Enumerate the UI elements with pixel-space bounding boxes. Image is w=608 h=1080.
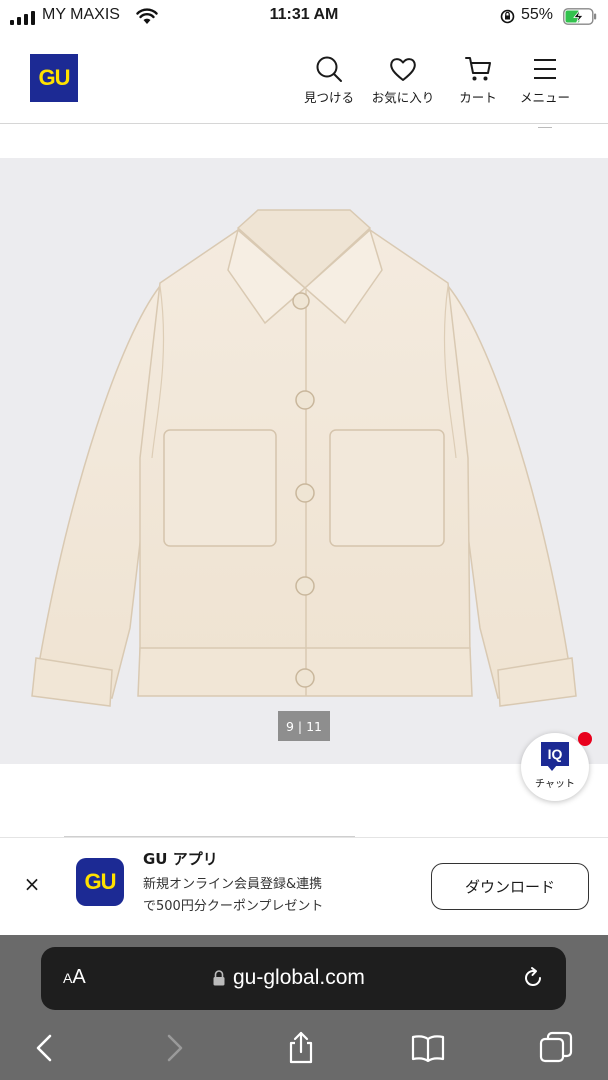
battery-charging-icon <box>563 8 597 25</box>
address-bar[interactable]: AA gu-global.com <box>41 947 566 1010</box>
nav-favorites-label: お気に入り <box>371 90 435 105</box>
divider-mark <box>538 124 552 128</box>
reload-icon[interactable] <box>521 966 545 990</box>
share-icon[interactable] <box>283 1030 319 1066</box>
aa-small: A <box>63 970 73 986</box>
nav-cart-button[interactable]: カート <box>440 54 516 106</box>
search-icon <box>316 56 342 82</box>
nav-search-label: 見つける <box>303 90 354 105</box>
app-install-banner: × GU GU アプリ 新規オンライン会員登録&連携 で500円分クーポンプレゼ… <box>0 837 608 935</box>
nav-favorites-button[interactable]: お気に入り <box>365 54 441 106</box>
gu-logo[interactable]: GU <box>30 54 78 102</box>
url-text: gu-global.com <box>233 966 365 989</box>
clock: 11:31 AM <box>269 6 339 23</box>
reader-text-size-button[interactable]: AA <box>63 966 86 989</box>
cart-icon <box>465 57 491 81</box>
jacket-product-image <box>31 209 577 707</box>
app-description-line-2: で500円分クーポンプレゼント <box>143 899 324 914</box>
app-description-line-1: 新規オンライン会員登録&連携 <box>143 877 323 892</box>
forward-icon[interactable] <box>157 1030 193 1066</box>
close-banner-button[interactable]: × <box>22 874 42 894</box>
tabs-icon[interactable] <box>538 1030 574 1066</box>
site-header: GU 見つける お気に入り カート メニュー <box>0 34 608 124</box>
nav-cart-label: カート <box>459 90 497 105</box>
bookmarks-icon[interactable] <box>410 1030 446 1066</box>
chat-button[interactable]: IQ チャット <box>521 732 592 801</box>
image-counter: 9 | 11 <box>278 711 330 741</box>
rotation-lock-icon <box>500 9 515 24</box>
app-title: GU アプリ <box>143 850 218 868</box>
app-icon-text: GU <box>84 869 117 894</box>
logo-text: GU <box>38 65 71 90</box>
browser-toolbar: AA gu-global.com <box>0 935 608 1080</box>
status-bar: MY MAXIS 11:31 AM 55% <box>0 0 608 34</box>
battery-percent: 55% <box>521 6 554 23</box>
nav-menu-label: メニュー <box>519 90 570 105</box>
back-icon[interactable] <box>28 1030 64 1066</box>
notification-dot <box>578 732 592 746</box>
download-button[interactable]: ダウンロード <box>431 863 589 910</box>
lock-icon <box>213 970 225 986</box>
product-image-carousel[interactable]: 9 | 11 <box>0 158 608 764</box>
chat-bubble-tail <box>547 765 557 771</box>
aa-large: A <box>72 966 86 988</box>
gu-app-icon: GU <box>76 858 124 906</box>
nav-search-button[interactable]: 見つける <box>291 54 367 106</box>
iq-chat-icon: IQ <box>541 742 569 766</box>
chat-label: チャット <box>535 779 575 790</box>
hamburger-menu-icon <box>534 59 556 79</box>
nav-menu-button[interactable]: メニュー <box>507 54 583 106</box>
heart-icon <box>390 58 416 81</box>
